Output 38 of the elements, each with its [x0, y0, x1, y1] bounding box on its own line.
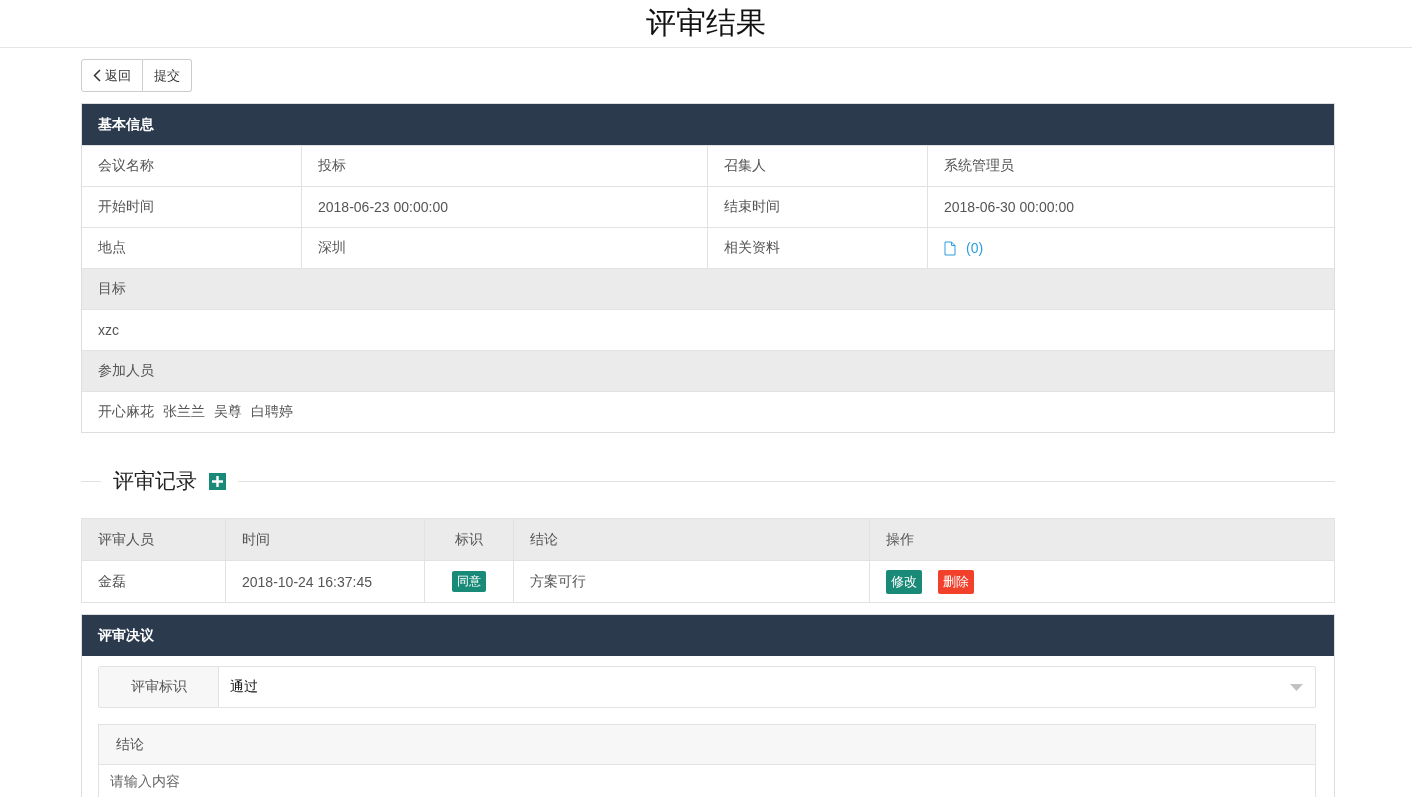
delete-button[interactable]: 删除	[938, 569, 974, 594]
submit-button[interactable]: 提交	[143, 59, 192, 92]
edit-button[interactable]: 修改	[886, 569, 922, 594]
plus-icon	[212, 475, 223, 487]
add-button[interactable]	[209, 472, 226, 490]
field-label: 开始时间	[82, 186, 302, 227]
table-cell: 2018-10-24 16:37:45	[226, 560, 425, 602]
card-title: 结论	[98, 724, 1316, 765]
field-label: 结束时间	[708, 186, 928, 227]
table-cell: 方案可行	[514, 560, 870, 602]
section-title: 评审记录	[113, 468, 197, 494]
column-header: 操作	[870, 519, 1334, 560]
document-icon	[944, 240, 956, 256]
status-tag: 同意	[452, 571, 486, 592]
column-header: 时间	[226, 519, 425, 560]
field-value: 2018-06-30 00:00:00	[928, 186, 1334, 227]
section-value: 开心麻花	[98, 403, 154, 421]
section-heading: 目标	[82, 268, 1334, 309]
page-title: 评审结果	[646, 5, 766, 41]
section-value: 张兰兰	[163, 403, 205, 421]
conclusion-input[interactable]: 请输入内容	[98, 765, 1316, 797]
chevron-left-icon	[93, 69, 101, 82]
field-label: 召集人	[708, 145, 928, 186]
field-value: 2018-06-23 00:00:00	[302, 186, 708, 227]
section-value: xzc	[98, 322, 119, 338]
table-cell: 金磊	[82, 560, 226, 602]
field-value: 系统管理员	[928, 145, 1334, 186]
section-value: 白聘婷	[251, 403, 293, 421]
field-label: 会议名称	[82, 145, 302, 186]
column-header: 评审人员	[82, 519, 226, 560]
back-button[interactable]: 返回	[81, 59, 143, 92]
column-header: 结论	[514, 519, 870, 560]
panel-title: 基本信息	[82, 104, 1334, 145]
column-header: 标识	[425, 519, 514, 560]
section-heading: 参加人员	[82, 350, 1334, 391]
field-value: 投标	[302, 145, 708, 186]
section-value: 吴尊	[214, 403, 242, 421]
panel-title: 评审决议	[82, 615, 1334, 656]
